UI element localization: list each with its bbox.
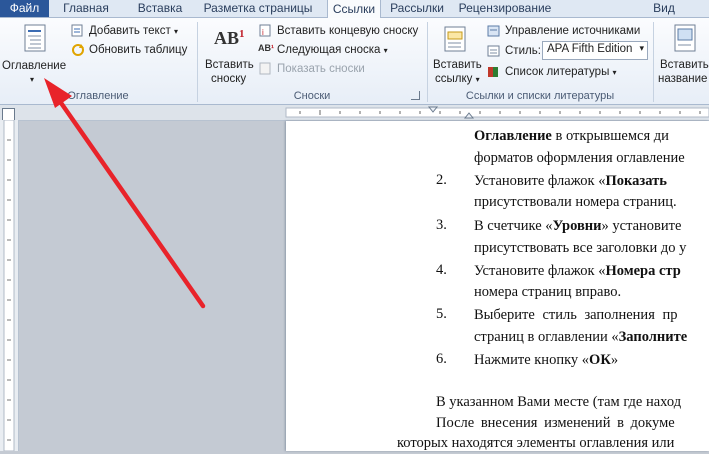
manage-sources-button[interactable]: Управление источниками: [505, 24, 640, 38]
insert-citation-icon: [444, 26, 466, 52]
doc-line-7: Установите флажок «Номера стр: [474, 262, 681, 280]
tab-review[interactable]: Рецензирование: [455, 0, 555, 17]
chevron-down-icon: ▾: [475, 75, 480, 84]
insert-footnote-label-1: Вставить: [205, 59, 254, 71]
doc-line-5-bold: Уровни: [552, 218, 602, 234]
group-label-citations: Ссылки и списки литературы: [465, 90, 615, 102]
list-number: 6.: [436, 351, 447, 367]
doc-paragraph-1: В указанном Вами месте (там где наход: [436, 394, 682, 410]
doc-paragraph-3: которых находятся элементы оглавления ил…: [397, 435, 675, 451]
doc-bold-toc: Оглавление: [474, 128, 552, 144]
next-footnote-label: Следующая сноска: [277, 44, 381, 56]
doc-line-8: номера страниц вправо.: [474, 284, 622, 300]
group-separator: [653, 22, 654, 102]
insert-footnote-label-2: сноску: [211, 73, 247, 85]
insert-caption-label-2: название: [658, 73, 708, 85]
toc-label: Оглавление: [2, 60, 67, 72]
doc-line-9: Выберите стиль заполнения пр: [474, 307, 678, 323]
vertical-ruler-ticks: [3, 119, 15, 452]
insert-footnote-button[interactable]: AB1 Вставить сноску: [202, 20, 254, 86]
chevron-down-icon: ▾: [612, 68, 617, 77]
doc-line-11: Нажмите кнопку «ОК»: [474, 351, 618, 369]
chevron-down-icon: ▾: [639, 43, 644, 53]
style-select[interactable]: APA Fifth Edition ▾: [542, 41, 648, 60]
insert-caption-button[interactable]: Вставить название: [656, 20, 709, 86]
bibliography-icon: [488, 67, 498, 77]
add-text-icon: [71, 24, 83, 37]
doc-line-1-text: в открывшемся ди: [551, 128, 669, 144]
insert-caption-label-1: Вставить: [660, 59, 709, 71]
tab-view[interactable]: Вид: [646, 0, 682, 17]
style-icon: [487, 45, 500, 57]
list-number: 3.: [436, 217, 447, 233]
doc-line-11-text: Нажмите кнопку «: [474, 352, 590, 368]
add-text-button[interactable]: Добавить текст ▾: [89, 24, 178, 39]
manage-sources-icon: [487, 25, 500, 37]
doc-line-7-bold: Номера стр: [605, 263, 681, 279]
add-text-label: Добавить текст: [89, 25, 171, 37]
style-select-value: APA Fifth Edition: [547, 43, 633, 55]
doc-line-2: форматов оформления оглавление: [474, 150, 685, 166]
insert-endnote-button[interactable]: Вставить концевую сноску: [277, 24, 418, 38]
doc-line-5-post: » установите: [601, 218, 682, 234]
show-notes-button[interactable]: Показать сноски: [277, 62, 365, 76]
doc-line-4: присутствовали номера страниц.: [474, 194, 677, 210]
next-footnote-icon: AB¹: [258, 43, 274, 53]
insert-caption-icon: [674, 24, 696, 52]
bibliography-label: Список литературы: [505, 66, 610, 78]
doc-line-5-text: В счетчике «: [474, 218, 553, 234]
update-table-button[interactable]: Обновить таблицу: [89, 43, 187, 57]
insert-citation-button[interactable]: Вставить ссылку ▾: [430, 20, 482, 86]
doc-line-3: Установите флажок «Показать: [474, 172, 667, 190]
toc-icon: [24, 24, 46, 52]
group-label-toc: Оглавление: [67, 90, 129, 102]
toc-button[interactable]: Оглавление ▾: [2, 20, 66, 86]
arrow-shaft: [56, 97, 206, 309]
tab-file[interactable]: Файл: [0, 0, 49, 17]
doc-line-5: В счетчике «Уровни» установите: [474, 217, 681, 235]
update-table-icon: [72, 44, 84, 56]
chevron-down-icon: ▾: [383, 46, 388, 55]
ribbon-tabs: Файл Главная Вставка Разметка страницы С…: [0, 0, 709, 18]
doc-line-10-bold: Заполните: [618, 329, 688, 345]
chevron-down-icon: ▾: [173, 27, 178, 36]
doc-paragraph-2: После внесения изменений в докуме: [436, 415, 675, 431]
list-number: 5.: [436, 306, 447, 322]
insert-citation-label-1: Вставить: [433, 59, 482, 71]
dialog-launcher-icon[interactable]: [411, 91, 420, 100]
doc-line-7-text: Установите флажок «: [474, 263, 606, 279]
doc-line-11-bold: ОК: [589, 352, 611, 368]
ribbon: Оглавление ▾ Добавить текст ▾ Обновить т…: [0, 18, 709, 105]
footnote-icon: AB1: [214, 28, 245, 48]
show-notes-icon: [259, 62, 271, 75]
tab-mailings[interactable]: Рассылки: [385, 0, 449, 17]
style-label: Стиль:: [505, 45, 541, 57]
vertical-ruler[interactable]: [0, 119, 19, 452]
tab-page-layout[interactable]: Разметка страницы: [200, 0, 316, 17]
doc-line-10: страниц в оглавлении «Заполните: [474, 328, 687, 346]
ruler-ticks: [285, 106, 709, 119]
insert-endnote-icon: i: [259, 24, 271, 37]
doc-line-3-bold: Показать: [605, 173, 667, 189]
bibliography-button[interactable]: Список литературы ▾: [505, 65, 617, 80]
svg-text:i: i: [262, 28, 264, 37]
doc-line-6: присутствовать все заголовки до у: [474, 240, 687, 256]
tab-insert[interactable]: Вставка: [128, 0, 192, 17]
chevron-down-icon: ▾: [30, 75, 35, 84]
insert-citation-label-2: ссылку ▾: [435, 72, 480, 87]
tab-references[interactable]: Ссылки: [327, 0, 381, 18]
doc-line-3-text: Установите флажок «: [474, 173, 606, 189]
next-footnote-button[interactable]: Следующая сноска ▾: [277, 43, 388, 58]
insert-citation-label-2-text: ссылку: [435, 73, 473, 85]
tab-home[interactable]: Главная: [58, 0, 114, 17]
doc-line-1: Оглавление в открывшемся ди: [474, 127, 669, 145]
doc-line-10-text: страниц в оглавлении «: [474, 329, 619, 345]
list-number: 2.: [436, 172, 447, 188]
doc-line-11-post: »: [610, 352, 619, 368]
horizontal-ruler[interactable]: [0, 105, 709, 121]
group-label-footnotes: Сноски: [293, 90, 331, 102]
list-number: 4.: [436, 262, 447, 278]
